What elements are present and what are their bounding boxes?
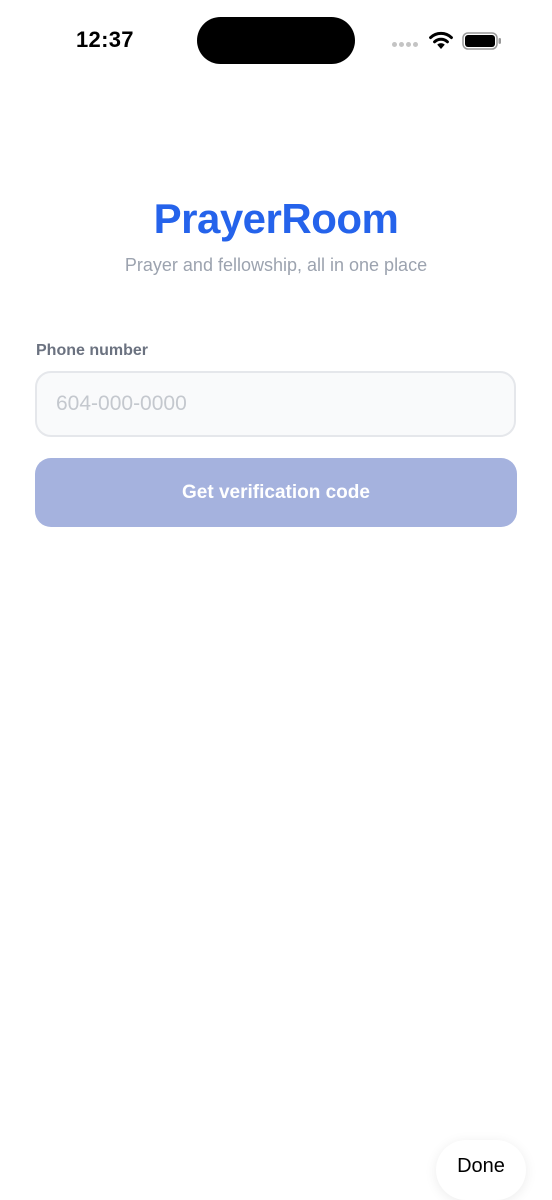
dynamic-island	[197, 17, 355, 64]
keyboard-done-button[interactable]: Done	[436, 1140, 526, 1200]
status-time: 12:37	[76, 27, 134, 52]
wifi-icon	[429, 31, 453, 49]
cellular-signal-icon	[392, 42, 420, 48]
app-title: PrayerRoom	[153, 195, 399, 242]
phone-number-input[interactable]	[35, 371, 516, 437]
get-verification-code-button[interactable]: Get verification code	[35, 458, 517, 527]
app-subtitle: Prayer and fellowship, all in one place	[124, 255, 428, 275]
phone-number-label: Phone number	[36, 342, 149, 359]
battery-icon	[462, 32, 501, 50]
status-bar: 12:37	[0, 0, 552, 80]
